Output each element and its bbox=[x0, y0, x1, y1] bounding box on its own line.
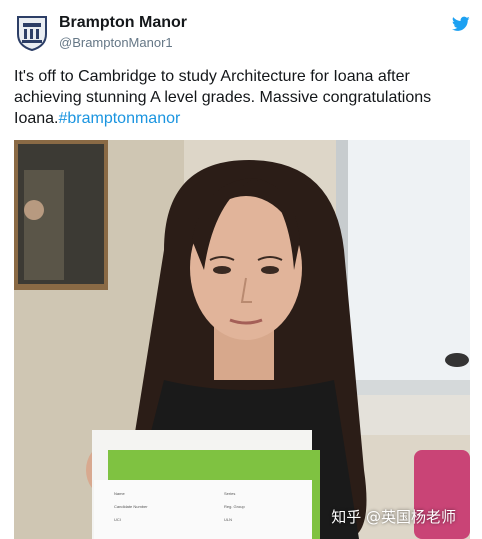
svg-text:Name: Name bbox=[114, 491, 125, 496]
tweet-text-line-1: It's off to Cambridge to study Architect… bbox=[14, 68, 410, 85]
svg-text:Series: Series bbox=[224, 491, 235, 496]
author-handle[interactable]: @BramptonManor1 bbox=[59, 35, 173, 50]
tweet-text-line-2: achieving stunning A level grades. Massi… bbox=[14, 89, 432, 106]
svg-text:Candidate Number: Candidate Number bbox=[114, 504, 148, 509]
twitter-bird-icon[interactable] bbox=[451, 16, 470, 32]
hashtag-link[interactable]: #bramptonmanor bbox=[58, 110, 180, 127]
tweet-text-line-3: Ioana.#bramptonmanor bbox=[14, 108, 470, 129]
tweet-card: Brampton Manor @BramptonManor1 It's off … bbox=[0, 0, 482, 539]
school-crest-icon[interactable] bbox=[14, 14, 50, 52]
svg-text:ULN: ULN bbox=[224, 517, 232, 522]
svg-text:UCI: UCI bbox=[114, 517, 121, 522]
tweet-text-line-3-prefix: Ioana. bbox=[14, 110, 59, 127]
tweet-text: It's off to Cambridge to study Architect… bbox=[14, 66, 470, 129]
svg-text:Reg. Group: Reg. Group bbox=[224, 504, 245, 509]
author-name[interactable]: Brampton Manor bbox=[59, 14, 187, 32]
watermark-text: 知乎 @英国杨老师 bbox=[331, 508, 456, 526]
student-holding-results-photo[interactable]: Name Series Candidate Number Reg. Group … bbox=[14, 140, 470, 539]
